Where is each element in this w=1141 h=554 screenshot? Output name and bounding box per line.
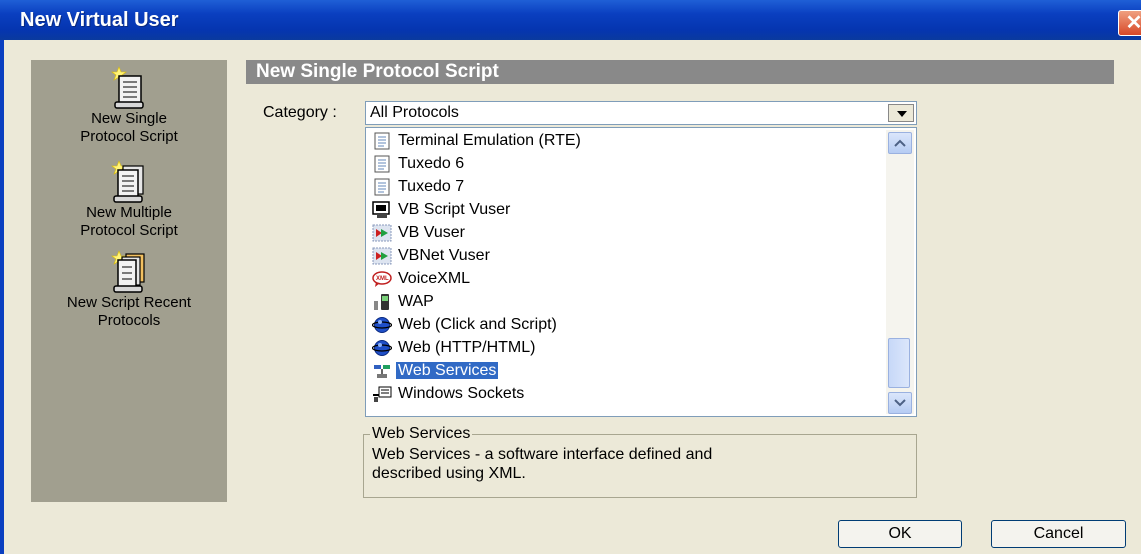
list-item[interactable]: VB Script Vuser: [372, 199, 512, 221]
vbnet-icon: [372, 247, 394, 265]
description-line: described using XML.: [372, 465, 526, 482]
dropdown-button[interactable]: [888, 104, 914, 122]
list-item-label: VB Script Vuser: [398, 201, 511, 218]
sidebar-item-multiple-protocol[interactable]: New Multiple Protocol Script: [31, 160, 227, 240]
cancel-button[interactable]: Cancel: [991, 520, 1126, 548]
category-label: Category :: [263, 104, 337, 121]
close-icon: ✕: [1125, 12, 1141, 34]
vertical-scrollbar[interactable]: [886, 130, 914, 414]
document-icon: [372, 155, 394, 173]
list-item[interactable]: Terminal Emulation (RTE): [372, 130, 583, 152]
list-item[interactable]: VBNet Vuser: [372, 245, 492, 267]
window-title: New Virtual User: [20, 9, 179, 31]
list-item[interactable]: Web (HTTP/HTML): [371, 337, 537, 359]
list-item-label: Terminal Emulation (RTE): [398, 132, 581, 149]
description-group: Web Services Web Services - a software i…: [363, 425, 917, 498]
scroll-up-button[interactable]: [888, 132, 912, 154]
document-icon: [372, 178, 394, 196]
scroll-thumb[interactable]: [888, 338, 910, 388]
list-item-label: Tuxedo 6: [398, 155, 465, 172]
document-icon: [372, 132, 394, 150]
sidebar-item-label: Protocol Script: [80, 222, 178, 239]
list-item[interactable]: WAP: [372, 291, 436, 313]
list-item[interactable]: Tuxedo 6: [372, 153, 466, 175]
list-item-label: VBNet Vuser: [398, 247, 490, 264]
close-button[interactable]: ✕: [1118, 10, 1141, 36]
sidebar-item-label: New Multiple: [86, 204, 172, 221]
list-item-label: Windows Sockets: [398, 385, 525, 402]
svg-text:XML: XML: [376, 276, 389, 282]
sidebar-item-single-protocol[interactable]: New Single Protocol Script: [31, 66, 227, 146]
list-item-label: WAP: [398, 293, 434, 310]
list-item-label: VB Vuser: [398, 224, 465, 241]
list-item[interactable]: VB Vuser: [372, 222, 467, 244]
list-item-selected[interactable]: Web Services: [372, 360, 499, 382]
list-item-label: VoiceXML: [398, 270, 471, 287]
web-services-icon: [372, 362, 394, 380]
sidebar: New Single Protocol Script New Multiple …: [31, 60, 227, 502]
globe-icon: [371, 339, 394, 357]
recent-script-icon: [109, 250, 149, 294]
description-line: Web Services - a software interface defi…: [372, 446, 713, 463]
window-frame: [0, 40, 4, 554]
list-item-label: Web (Click and Script): [398, 316, 557, 333]
sidebar-item-label: New Script Recent: [66, 294, 192, 311]
category-value: All Protocols: [370, 104, 459, 121]
description-title: Web Services: [370, 425, 473, 443]
ok-button[interactable]: OK: [838, 520, 962, 548]
socket-icon: [372, 385, 394, 403]
list-item[interactable]: Web (Click and Script): [371, 314, 559, 336]
xml-bubble-icon: XML: [372, 270, 394, 288]
chevron-down-icon: [894, 399, 906, 407]
section-title: New Single Protocol Script: [256, 61, 499, 82]
sidebar-item-label: Protocol Script: [80, 128, 178, 145]
globe-icon: [371, 316, 394, 334]
scroll-down-button[interactable]: [888, 392, 912, 414]
section-header: New Single Protocol Script: [246, 60, 1114, 84]
mobile-phone-icon: [372, 293, 394, 311]
sidebar-item-recent-protocols[interactable]: New Script Recent Protocols: [31, 250, 227, 330]
description-text: Web Services - a software interface defi…: [372, 445, 872, 483]
list-item[interactable]: XML VoiceXML: [372, 268, 472, 290]
list-item[interactable]: Tuxedo 7: [372, 176, 466, 198]
list-item-label: Tuxedo 7: [398, 178, 465, 195]
script-new-icon: [109, 66, 149, 110]
sidebar-item-label: New Single: [91, 110, 167, 127]
list-item-label: Web Services: [396, 362, 499, 379]
chevron-up-icon: [894, 139, 906, 147]
multi-script-icon: [109, 160, 149, 204]
sidebar-item-label: Protocols: [97, 312, 161, 329]
vb-icon: [372, 224, 394, 242]
chevron-down-icon: [897, 111, 907, 117]
category-dropdown[interactable]: All Protocols: [365, 101, 917, 125]
list-item-label: Web (HTTP/HTML): [398, 339, 536, 356]
list-item[interactable]: Windows Sockets: [372, 383, 526, 405]
vb-script-icon: [372, 201, 394, 219]
protocol-list[interactable]: Terminal Emulation (RTE) Tuxedo 6 Tuxedo…: [365, 127, 917, 417]
title-bar: New Virtual User ✕: [0, 0, 1141, 40]
